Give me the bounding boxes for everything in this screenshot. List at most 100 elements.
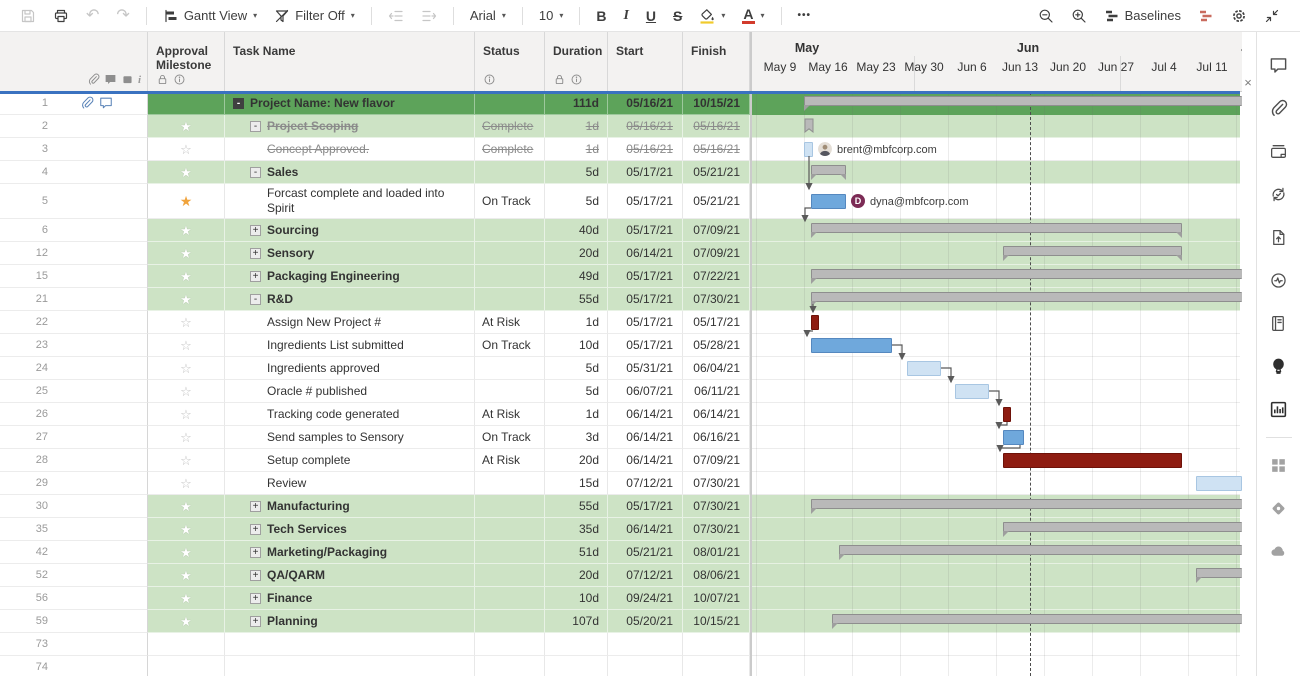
outdent-button[interactable] [380,5,412,27]
approval-milestone-cell[interactable]: ☆ [148,334,225,357]
finish-date-cell[interactable]: 07/30/21 [683,518,750,541]
column-header-finish[interactable]: Finish [683,32,750,91]
task-name-cell[interactable]: +Sensory [225,242,475,265]
status-cell[interactable] [475,587,545,610]
approval-milestone-cell[interactable]: ★ [148,288,225,311]
font-family-button[interactable]: Arial▾ [462,5,514,26]
approval-milestone-cell[interactable]: ☆ [148,357,225,380]
collapse-toolbar-button[interactable] [1256,5,1288,27]
star-empty-icon[interactable]: ☆ [180,316,192,329]
duration-cell[interactable]: 10d [545,587,608,610]
star-icon[interactable]: ★ [180,194,193,208]
finish-date-cell[interactable]: 06/16/21 [683,426,750,449]
expand-toggle[interactable]: + [250,248,261,259]
row-indicator-cell[interactable] [62,426,148,449]
task-name-cell[interactable]: Review [225,472,475,495]
status-cell[interactable] [475,357,545,380]
row-number[interactable]: 35 [0,518,62,541]
task-bar[interactable] [811,338,892,353]
star-icon[interactable]: ★ [180,120,192,133]
approval-milestone-cell[interactable]: ★ [148,518,225,541]
finish-date-cell[interactable]: 05/16/21 [683,115,750,138]
approval-milestone-cell[interactable]: ★ [148,161,225,184]
column-header-task-name[interactable]: Task Name [225,32,475,91]
sidebar-item-charts[interactable] [1264,388,1294,431]
star-icon[interactable]: ★ [180,615,192,628]
sidebar-item-premium-apps[interactable] [1264,487,1294,530]
expand-toggle[interactable]: + [250,225,261,236]
indent-button[interactable] [413,5,445,27]
status-cell[interactable] [475,161,545,184]
start-date-cell[interactable]: 05/17/21 [608,288,683,311]
task-name-cell[interactable]: Forcast complete and loaded into Spirit [225,184,475,219]
row-number[interactable]: 26 [0,403,62,426]
duration-cell[interactable]: 1d [545,138,608,161]
task-name-cell[interactable]: Assign New Project # [225,311,475,334]
start-date-cell[interactable] [608,633,683,656]
start-date-cell[interactable]: 06/07/21 [608,380,683,403]
finish-date-cell[interactable]: 07/09/21 [683,242,750,265]
task-name-cell[interactable]: +Sourcing [225,219,475,242]
row-indicator-cell[interactable] [62,449,148,472]
approval-milestone-cell[interactable]: ☆ [148,311,225,334]
duration-cell[interactable]: 5d [545,357,608,380]
finish-date-cell[interactable]: 08/01/21 [683,541,750,564]
task-name-cell[interactable]: Tracking code generated [225,403,475,426]
approval-milestone-cell[interactable]: ★ [148,265,225,288]
duration-cell[interactable]: 3d [545,426,608,449]
row-indicator-cell[interactable] [62,138,148,161]
duration-cell[interactable]: 5d [545,184,608,219]
redo-button[interactable]: ↷ [108,5,137,27]
task-name-cell[interactable]: +QA/QARM [225,564,475,587]
summary-bar[interactable] [1003,522,1242,532]
start-date-cell[interactable]: 05/16/21 [608,115,683,138]
summary-bar[interactable] [1003,246,1182,256]
approval-milestone-cell[interactable]: ★ [148,219,225,242]
start-date-cell[interactable]: 05/21/21 [608,541,683,564]
finish-date-cell[interactable] [683,656,750,676]
star-icon[interactable]: ★ [180,500,192,513]
duration-cell[interactable]: 5d [545,380,608,403]
row-indicator-cell[interactable] [62,541,148,564]
baselines-button[interactable]: Baselines [1096,5,1189,27]
finish-date-cell[interactable]: 07/09/21 [683,219,750,242]
start-date-cell[interactable]: 05/17/21 [608,334,683,357]
task-name-cell[interactable]: Send samples to Sensory [225,426,475,449]
critical-path-button[interactable] [1190,5,1222,27]
finish-date-cell[interactable]: 07/30/21 [683,288,750,311]
finish-date-cell[interactable]: 05/28/21 [683,334,750,357]
star-icon[interactable]: ★ [180,523,192,536]
finish-date-cell[interactable] [683,633,750,656]
duration-cell[interactable]: 55d [545,288,608,311]
task-name-cell[interactable]: Setup complete [225,449,475,472]
star-icon[interactable]: ★ [180,546,192,559]
finish-date-cell[interactable]: 05/16/21 [683,138,750,161]
task-name-cell[interactable]: -Project Scoping [225,115,475,138]
row-indicator-cell[interactable] [62,587,148,610]
task-bar[interactable] [1003,407,1011,422]
task-name-cell[interactable]: Ingredients approved [225,357,475,380]
summary-bar[interactable] [811,223,1182,233]
status-cell[interactable] [475,518,545,541]
row-indicator-cell[interactable] [62,265,148,288]
start-date-cell[interactable]: 05/17/21 [608,311,683,334]
filter-button[interactable]: Filter Off▾ [266,5,363,27]
star-icon[interactable]: ★ [180,166,192,179]
finish-date-cell[interactable]: 07/30/21 [683,495,750,518]
approval-milestone-cell[interactable] [148,656,225,676]
finish-date-cell[interactable]: 06/04/21 [683,357,750,380]
task-bar[interactable] [804,142,813,157]
start-date-cell[interactable] [608,656,683,676]
text-color-button[interactable]: A▾ [734,4,772,27]
status-cell[interactable]: Complete [475,138,545,161]
approval-milestone-cell[interactable]: ★ [148,564,225,587]
save-button[interactable] [12,5,44,27]
star-empty-icon[interactable]: ☆ [180,385,192,398]
column-header-duration[interactable]: Duration [545,32,608,91]
task-bar[interactable] [955,384,989,399]
approval-milestone-cell[interactable]: ★ [148,587,225,610]
underline-button[interactable]: U [638,6,664,26]
task-name-cell[interactable]: Concept Approved. [225,138,475,161]
duration-cell[interactable]: 40d [545,219,608,242]
approval-milestone-cell[interactable]: ☆ [148,426,225,449]
